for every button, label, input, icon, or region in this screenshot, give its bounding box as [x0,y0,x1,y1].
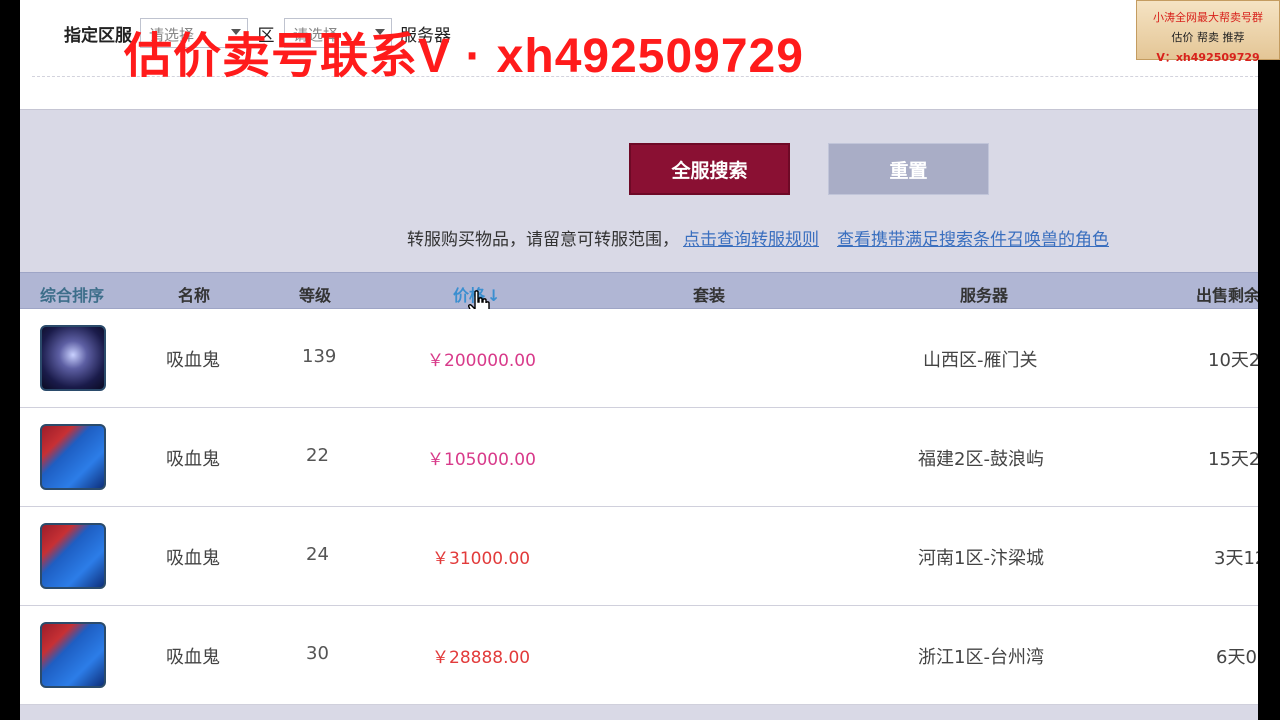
pet-price: ￥28888.00 [432,648,531,668]
col-name: 名称 [178,286,211,305]
results-table: 综合排序 名称 等级 价格 ↓ 套装 服务器 出售剩余 吸血鬼 139 ￥2000… [20,272,1258,705]
pet-remaining: 10天20 [1208,350,1258,371]
table-row[interactable]: 吸血鬼 30 ￥28888.00 浙江1区-台州湾 6天0 [20,606,1258,705]
col-level[interactable]: 等级 [299,282,331,306]
promo-line-3: V：xh492509729 [1156,51,1260,64]
pet-avatar-icon[interactable] [40,523,106,589]
pet-name[interactable]: 吸血鬼 [166,544,220,570]
search-all-button[interactable]: 全服搜索 [629,143,790,195]
reset-button[interactable]: 重置 [828,143,989,195]
pet-name[interactable]: 吸血鬼 [166,445,220,471]
col-server: 服务器 [960,286,1009,305]
pet-price: ￥31000.00 [432,549,531,569]
pet-server: 福建2区-鼓浪屿 [918,449,1044,470]
pet-avatar-icon[interactable] [40,424,106,490]
pet-remaining: 3天12 [1214,548,1258,569]
trade-search-page: 指定区服 请选择 区 请选择 服务器 全服搜索 重置 转服购买物品，请留意可转服… [20,0,1258,720]
pet-level: 22 [306,445,329,466]
promo-line-1: 小涛全网最大帮卖号群 [1153,11,1263,24]
pet-level: 139 [302,346,337,367]
pet-server: 浙江1区-台州湾 [918,647,1044,668]
pet-price: ￥200000.00 [427,351,536,371]
pet-roles-link[interactable]: 查看携带满足搜索条件召唤兽的角色 [837,230,1109,250]
pet-avatar-icon[interactable] [40,622,106,688]
notice-text: 转服购买物品，请留意可转服范围， [407,230,679,250]
pet-avatar-icon[interactable] [40,325,106,391]
pet-remaining: 15天22 [1208,449,1258,470]
pet-level: 24 [306,544,329,565]
watermark-overlay: 估价卖号联系V · xh492509729 [124,30,804,83]
server-filter-label: 指定区服 [64,25,132,46]
pet-remaining: 6天0 [1216,647,1257,668]
promo-line-2: 估价 帮卖 推荐 [1171,31,1245,44]
table-row[interactable]: 吸血鬼 139 ￥200000.00 山西区-雁门关 10天20 [20,309,1258,408]
pet-price: ￥105000.00 [427,450,536,470]
table-row[interactable]: 吸血鬼 24 ￥31000.00 河南1区-汴梁城 3天12 [20,507,1258,606]
table-row[interactable]: 吸血鬼 22 ￥105000.00 福建2区-鼓浪屿 15天22 [20,408,1258,507]
transfer-notice: 转服购买物品，请留意可转服范围， 点击查询转服规则 查看携带满足搜索条件召唤兽的角色 [407,225,1109,250]
pet-level: 30 [306,643,329,664]
pet-name[interactable]: 吸血鬼 [166,643,220,669]
col-remaining[interactable]: 出售剩余 [1196,282,1258,306]
pet-server: 山西区-雁门关 [923,350,1038,371]
col-suit: 套装 [693,286,726,305]
transfer-rules-link[interactable]: 点击查询转服规则 [683,230,819,250]
pet-name[interactable]: 吸血鬼 [166,346,220,372]
pet-server: 河南1区-汴梁城 [918,548,1044,569]
table-header: 综合排序 名称 等级 价格 ↓ 套装 服务器 出售剩余 [20,272,1258,318]
promo-badge: 小涛全网最大帮卖号群 估价 帮卖 推荐 V：xh492509729 [1136,0,1280,64]
col-sort-default[interactable]: 综合排序 [40,282,104,306]
